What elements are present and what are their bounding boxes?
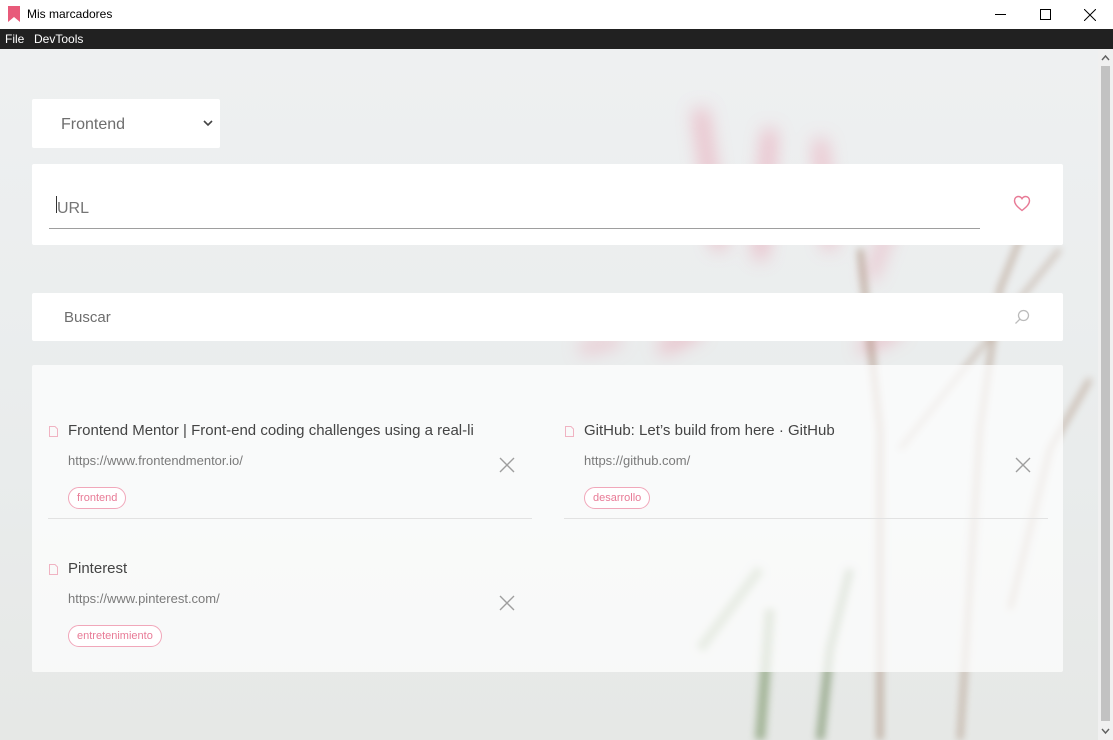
file-icon xyxy=(49,564,58,575)
menu-file[interactable]: File xyxy=(5,32,24,46)
bookmark-tag[interactable]: entretenimiento xyxy=(68,625,162,647)
content-area: Frontend Frontend Mentor | Front-end cod… xyxy=(0,49,1098,740)
maximize-icon xyxy=(1039,9,1051,20)
close-icon[interactable] xyxy=(499,457,515,473)
window-title: Mis marcadores xyxy=(27,7,113,21)
close-window-button[interactable] xyxy=(1067,0,1113,29)
bookmark-title[interactable]: GitHub: Let’s build from here · GitHub xyxy=(584,422,835,439)
bookmark-title[interactable]: Pinterest xyxy=(68,560,127,577)
minimize-icon xyxy=(994,14,1006,15)
bookmark-url[interactable]: https://www.pinterest.com/ xyxy=(68,591,220,606)
file-icon xyxy=(49,426,58,437)
bookmark-item[interactable]: Frontend Mentor | Front-end coding chall… xyxy=(48,381,532,519)
text-caret xyxy=(56,196,57,213)
bookmark-url[interactable]: https://github.com/ xyxy=(584,453,690,468)
menu-bar: File DevTools xyxy=(0,29,1113,49)
bookmark-url[interactable]: https://www.frontendmentor.io/ xyxy=(68,453,243,468)
url-card xyxy=(32,164,1063,245)
maximize-button[interactable] xyxy=(1022,0,1068,29)
bookmark-item[interactable]: Pinterest https://www.pinterest.com/ ent… xyxy=(48,519,532,657)
heart-icon[interactable] xyxy=(1013,195,1031,212)
bookmark-tag[interactable]: desarrollo xyxy=(584,487,651,509)
menu-devtools[interactable]: DevTools xyxy=(34,32,83,46)
url-input[interactable] xyxy=(49,189,980,229)
scroll-up-icon[interactable] xyxy=(1101,54,1110,62)
scroll-down-icon[interactable] xyxy=(1101,727,1110,735)
search-input[interactable] xyxy=(64,305,1004,329)
scroll-thumb[interactable] xyxy=(1101,66,1110,721)
bookmark-icon xyxy=(8,6,20,22)
category-selected-value: Frontend xyxy=(61,116,126,133)
close-icon[interactable] xyxy=(1015,457,1031,473)
chevron-down-icon xyxy=(203,120,213,127)
file-icon xyxy=(565,426,574,437)
minimize-button[interactable] xyxy=(977,0,1023,29)
close-icon xyxy=(1084,8,1096,21)
bookmark-item[interactable]: GitHub: Let’s build from here · GitHub h… xyxy=(564,381,1048,519)
bookmark-title[interactable]: Frontend Mentor | Front-end coding chall… xyxy=(68,422,474,439)
category-select[interactable]: Frontend xyxy=(32,99,220,148)
close-icon[interactable] xyxy=(499,595,515,611)
title-bar: Mis marcadores xyxy=(0,0,1113,29)
bookmark-list: Frontend Mentor | Front-end coding chall… xyxy=(32,365,1063,672)
bookmark-tag[interactable]: frontend xyxy=(68,487,127,509)
vertical-scrollbar[interactable] xyxy=(1098,49,1113,740)
search-icon[interactable] xyxy=(1014,309,1030,325)
search-card xyxy=(32,293,1063,341)
